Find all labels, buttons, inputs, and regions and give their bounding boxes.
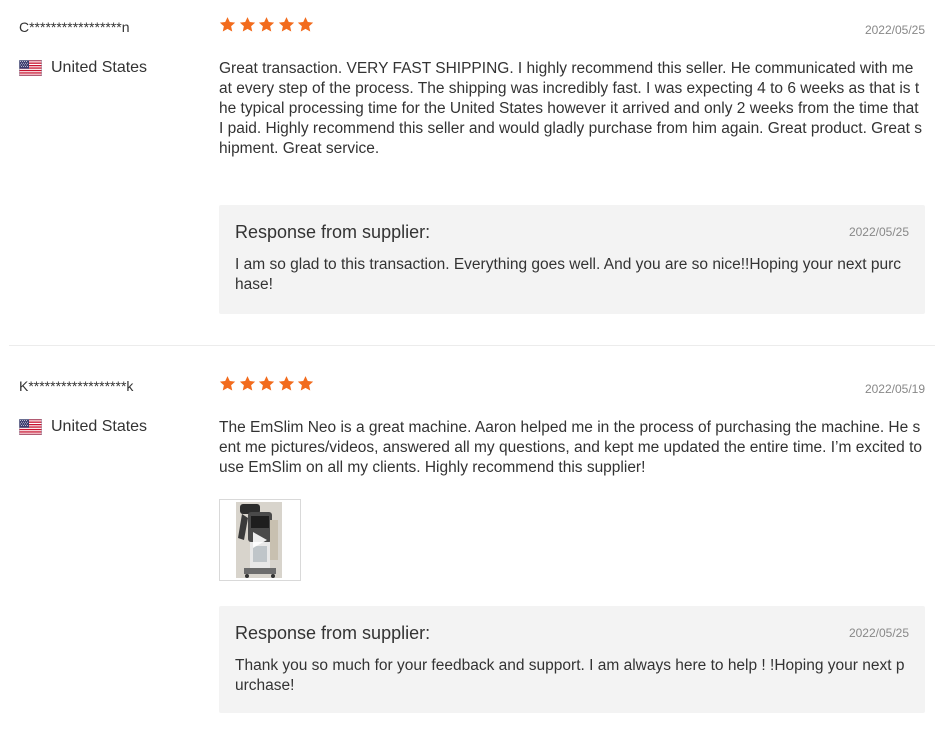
supplier-response: Response from supplier: 2022/05/25 I am … [219, 205, 925, 314]
star-icon [239, 16, 256, 33]
star-icon [297, 375, 314, 392]
play-icon [253, 532, 267, 548]
star-icon [258, 16, 275, 33]
reviewer-name: C*****************n [19, 19, 130, 35]
star-rating [219, 375, 317, 392]
us-flag-icon [19, 419, 42, 435]
reviewer-info: C*****************n United States [19, 18, 209, 76]
reviewer-name: K******************k [19, 378, 134, 394]
star-icon [219, 375, 236, 392]
reviewer-country: United States [19, 58, 147, 78]
star-icon [278, 16, 295, 33]
review-text: The EmSlim Neo is a great machine. Aaron… [219, 419, 923, 476]
reviewer-country: United States [19, 417, 147, 437]
review-text: Great transaction. VERY FAST SHIPPING. I… [219, 60, 923, 157]
response-title: Response from supplier: [235, 623, 431, 643]
review-date: 2022/05/25 [864, 23, 925, 37]
star-rating [219, 16, 317, 33]
review-divider [9, 345, 935, 346]
response-text: Thank you so much for your feedback and … [235, 657, 905, 694]
star-icon [219, 16, 236, 33]
response-title: Response from supplier: [235, 222, 431, 242]
star-icon [297, 16, 314, 33]
country-label: United States [51, 418, 148, 435]
video-thumbnail[interactable] [219, 499, 301, 581]
star-icon [258, 375, 275, 392]
reviewer-info: K******************k United States [19, 377, 209, 435]
supplier-response: Response from supplier: 2022/05/25 Thank… [219, 606, 925, 713]
star-icon [239, 375, 256, 392]
response-date: 2022/05/25 [848, 626, 909, 640]
us-flag-icon [19, 60, 42, 76]
star-icon [278, 375, 295, 392]
country-label: United States [51, 59, 148, 76]
review-date: 2022/05/19 [864, 382, 925, 396]
response-text: I am so glad to this transaction. Everyt… [235, 256, 902, 293]
response-date: 2022/05/25 [848, 225, 909, 239]
